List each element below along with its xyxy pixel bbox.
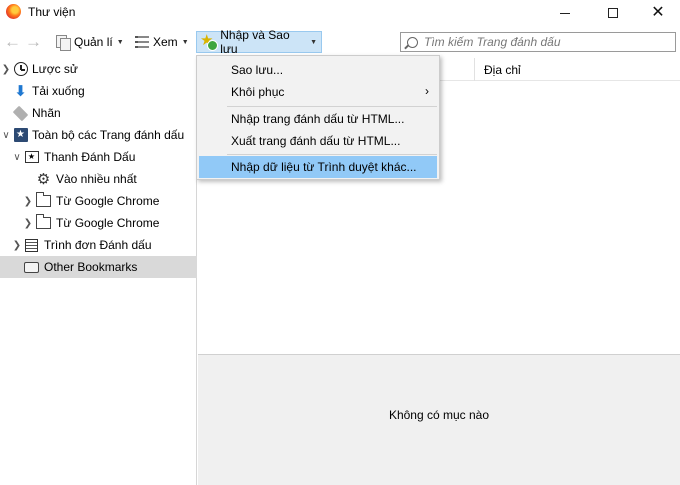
search-input[interactable]	[424, 35, 674, 49]
import-backup-button[interactable]: Nhập và Sao lưu ▼	[196, 28, 322, 56]
clock-icon	[13, 62, 28, 76]
folder-icon	[36, 214, 51, 229]
minimize-button[interactable]	[542, 0, 588, 26]
menu-separator	[227, 106, 437, 107]
sidebar-item-label: Vào nhiều nhất	[56, 172, 137, 186]
tag-icon	[12, 105, 29, 121]
toolbar: ← → Quản lí ▼ Xem ▼ Nhập và Sao lưu ▼	[0, 26, 680, 58]
chevron-down-icon[interactable]: ∨	[1, 130, 11, 141]
arrow-left-icon: ←	[4, 32, 21, 51]
sidebar-item-bookmarks-menu[interactable]: ❯ Trình đơn Đánh dấu	[0, 234, 197, 256]
sidebar-item-label: Other Bookmarks	[44, 260, 138, 274]
import-star-icon	[200, 31, 219, 51]
caret-down-icon: ▼	[181, 38, 189, 46]
menu-separator	[227, 154, 437, 155]
menu-item-label: Nhập dữ liệu từ Trình duyệt khác...	[231, 160, 417, 174]
column-divider[interactable]	[474, 58, 475, 81]
sidebar-item-label: Toàn bộ các Trang đánh dấu	[32, 128, 185, 142]
close-button[interactable]: ✕	[635, 0, 680, 26]
menu-item-import-html[interactable]: Nhập trang đánh dấu từ HTML...	[199, 108, 437, 130]
sidebar-item-label: Nhãn	[32, 106, 61, 120]
window-title: Thư viện	[28, 5, 76, 19]
organize-label: Quản lí	[74, 35, 113, 49]
sidebar-item-history[interactable]: ❯ Lược sử	[0, 58, 197, 80]
back-button[interactable]: ←	[4, 33, 21, 50]
chevron-right-icon: ›	[425, 84, 429, 98]
arrow-right-icon: →	[25, 32, 42, 51]
search-box[interactable]	[400, 32, 676, 52]
sidebar-item-all-bookmarks[interactable]: ∨ ★ Toàn bộ các Trang đánh dấu	[0, 124, 197, 146]
import-backup-menu: Sao lưu... Khôi phục › Nhập trang đánh d…	[196, 55, 440, 180]
maximize-button[interactable]	[590, 0, 636, 26]
title-bar: Thư viện ✕	[0, 0, 680, 26]
menu-item-label: Nhập trang đánh dấu từ HTML...	[231, 112, 405, 126]
firefox-logo-icon	[6, 4, 21, 19]
menu-item-restore[interactable]: Khôi phục ›	[199, 81, 437, 103]
sidebar-item-label: Tải xuống	[32, 84, 85, 98]
chevron-right-icon[interactable]: ❯	[23, 196, 33, 207]
sidebar-item-other-bookmarks[interactable]: Other Bookmarks	[0, 256, 197, 278]
maximize-icon	[608, 8, 618, 18]
views-button[interactable]: Xem ▼	[131, 31, 193, 53]
menu-item-export-html[interactable]: Xuất trang đánh dấu từ HTML...	[199, 130, 437, 152]
bookmarks-toolbar-icon: ★	[24, 151, 39, 163]
sidebar-item-label: Thanh Đánh Dấu	[44, 150, 136, 164]
chevron-right-icon[interactable]: ❯	[1, 64, 11, 75]
download-arrow-icon: ⬇	[14, 83, 27, 100]
caret-down-icon: ▼	[116, 38, 124, 46]
menu-list-icon	[25, 238, 38, 252]
menu-item-label: Khôi phục	[231, 85, 285, 99]
column-header-address[interactable]: Địa chỉ	[484, 63, 521, 77]
menu-item-label: Sao lưu...	[231, 63, 284, 77]
library-sidebar: ❯ Lược sử ⬇ Tải xuống Nhãn ∨ ★ Toàn bộ c…	[0, 58, 197, 485]
chevron-right-icon[interactable]: ❯	[12, 240, 22, 251]
sidebar-item-from-chrome[interactable]: ❯ Từ Google Chrome	[0, 212, 197, 234]
caret-down-icon: ▼	[310, 38, 317, 46]
views-label: Xem	[153, 35, 178, 49]
menu-item-label: Xuất trang đánh dấu từ HTML...	[231, 134, 401, 148]
sidebar-item-bookmarks-toolbar[interactable]: ∨ ★ Thanh Đánh Dấu	[0, 146, 197, 168]
sidebar-item-most-visited[interactable]: ⚙ Vào nhiều nhất	[0, 168, 197, 190]
close-icon: ✕	[651, 4, 665, 21]
forward-button[interactable]: →	[25, 33, 42, 50]
sidebar-item-from-chrome[interactable]: ❯ Từ Google Chrome	[0, 190, 197, 212]
import-backup-label: Nhập và Sao lưu	[220, 28, 290, 56]
organize-button[interactable]: Quản lí ▼	[52, 31, 128, 53]
views-list-icon	[135, 36, 149, 48]
star-box-icon: ★	[13, 128, 28, 142]
menu-item-backup[interactable]: Sao lưu...	[199, 59, 437, 81]
menu-item-import-other-browser[interactable]: Nhập dữ liệu từ Trình duyệt khác...	[199, 156, 437, 178]
minimize-icon	[560, 12, 570, 14]
details-pane: Không có mục nào	[198, 354, 680, 485]
gear-icon: ⚙	[36, 171, 51, 188]
tray-icon	[24, 261, 39, 273]
sidebar-item-downloads[interactable]: ⬇ Tải xuống	[0, 80, 197, 102]
sidebar-item-label: Từ Google Chrome	[56, 194, 160, 208]
sidebar-item-label: Lược sử	[32, 62, 78, 76]
organize-icon	[56, 35, 71, 51]
sidebar-item-label: Từ Google Chrome	[56, 216, 160, 230]
folder-icon	[36, 192, 51, 207]
search-icon	[407, 36, 418, 48]
empty-message: Không có mục nào	[388, 408, 490, 422]
chevron-right-icon[interactable]: ❯	[23, 218, 33, 229]
sidebar-item-tags[interactable]: Nhãn	[0, 102, 197, 124]
sidebar-item-label: Trình đơn Đánh dấu	[44, 238, 152, 252]
chevron-down-icon[interactable]: ∨	[12, 152, 22, 163]
